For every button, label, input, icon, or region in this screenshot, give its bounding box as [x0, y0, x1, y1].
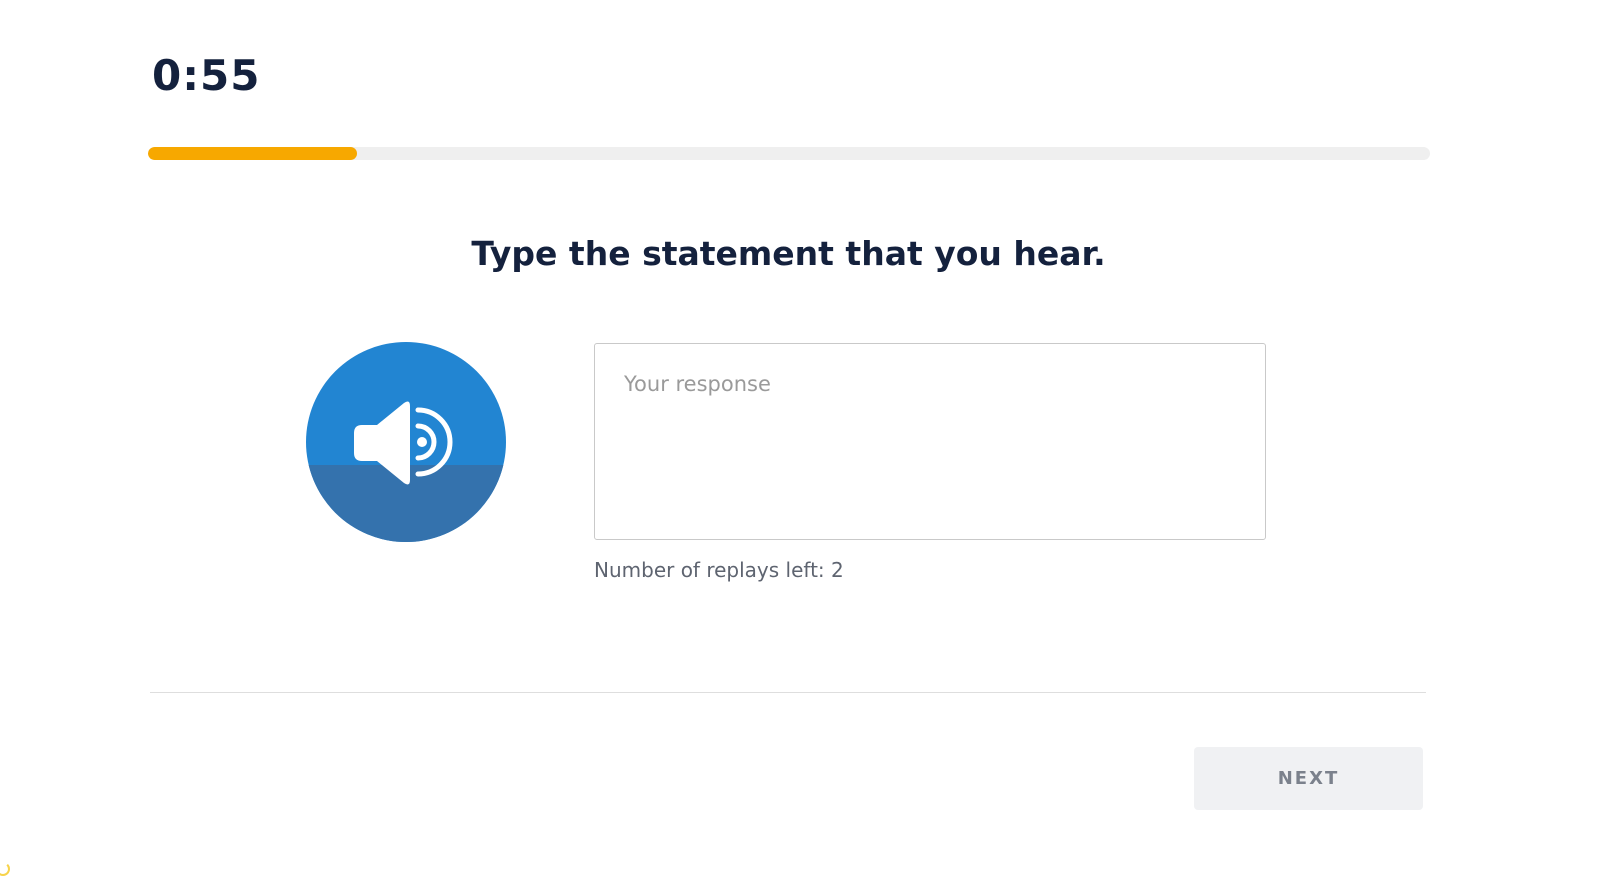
- play-audio-button[interactable]: [306, 342, 506, 542]
- progress-bar-fill: [148, 147, 357, 160]
- progress-bar: [148, 147, 1430, 160]
- corner-accent: [0, 862, 10, 876]
- replays-remaining-text: Number of replays left: 2: [594, 558, 844, 582]
- footer-divider: [150, 692, 1426, 693]
- response-input[interactable]: [594, 343, 1266, 540]
- countdown-timer: 0:55: [152, 51, 261, 100]
- next-button[interactable]: NEXT: [1194, 747, 1423, 810]
- speaker-icon: [354, 401, 453, 485]
- question-prompt: Type the statement that you hear.: [471, 234, 1106, 273]
